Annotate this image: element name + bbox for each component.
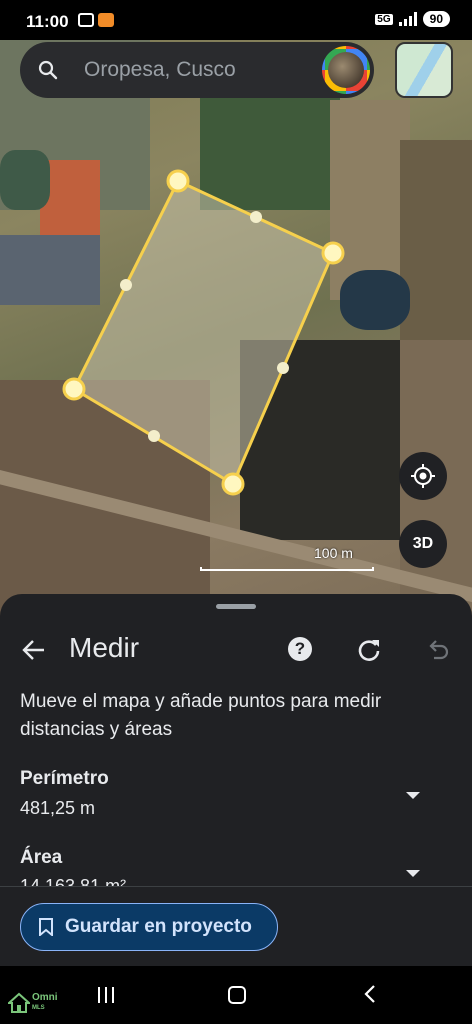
- refresh-icon[interactable]: [356, 637, 382, 663]
- nav-back-icon[interactable]: [362, 984, 378, 1004]
- save-bar: Guardar en proyecto: [0, 886, 472, 967]
- search-icon: [38, 60, 58, 80]
- app-notification-icon: [98, 13, 114, 27]
- sheet-drag-handle[interactable]: [216, 604, 256, 609]
- bookmark-icon: [39, 918, 53, 936]
- watermark: Omni MLS: [8, 992, 58, 1014]
- map-scale: 100 m: [200, 545, 374, 573]
- vertex-handle: [221, 472, 245, 496]
- midpoint-handle: [250, 211, 262, 223]
- map-layers-button[interactable]: [395, 42, 453, 98]
- network-badge: 5G: [375, 13, 393, 25]
- midpoint-handle: [277, 362, 289, 374]
- midpoint-handle: [120, 279, 132, 291]
- watermark-brand-text: Omni: [32, 992, 58, 1003]
- screenshot-icon: [78, 13, 94, 27]
- home-icon[interactable]: [228, 986, 246, 1004]
- watermark-brand: Omni MLS: [32, 993, 58, 1013]
- undo-icon[interactable]: [426, 637, 450, 661]
- search-input[interactable]: Oropesa, Cusco: [84, 58, 236, 82]
- area-expand-icon[interactable]: [406, 870, 420, 877]
- avatar[interactable]: [322, 46, 370, 94]
- perimeter-label: Perímetro: [20, 768, 109, 789]
- avatar-image: [328, 52, 364, 88]
- help-icon[interactable]: ?: [288, 637, 312, 661]
- battery-badge: 90: [422, 11, 450, 27]
- status-time: 11:00: [26, 12, 69, 31]
- house-logo-icon: [8, 992, 30, 1013]
- area-label: Área: [20, 847, 63, 868]
- watermark-sub: MLS: [32, 1005, 45, 1011]
- perimeter-value: 481,25 m: [20, 798, 96, 818]
- system-nav-bar: [0, 966, 472, 1024]
- status-right: 5G 90: [375, 11, 450, 27]
- my-location-button[interactable]: [399, 452, 447, 500]
- save-to-project-label: Guardar en proyecto: [65, 916, 252, 937]
- page-title: Medir: [69, 632, 140, 663]
- signal-icon: [398, 12, 417, 26]
- vertex-handle: [321, 241, 345, 265]
- measure-description: Mueve el mapa y añade puntos para medir …: [20, 691, 382, 740]
- my-location-icon: [411, 464, 435, 488]
- status-bar: 11:00 5G 90: [0, 0, 472, 40]
- satellite-map[interactable]: Oropesa, Cusco 3D 100 m: [0, 40, 472, 630]
- midpoint-handle: [148, 430, 160, 442]
- recent-apps-icon[interactable]: [96, 986, 116, 1004]
- vertex-handle: [62, 377, 86, 401]
- 3d-toggle-button[interactable]: 3D: [399, 520, 447, 568]
- search-bar[interactable]: Oropesa, Cusco: [20, 42, 374, 98]
- save-to-project-button[interactable]: Guardar en proyecto: [20, 903, 278, 951]
- back-arrow-icon[interactable]: [20, 636, 48, 664]
- scale-label: 100 m: [314, 545, 353, 561]
- 3d-label: 3D: [412, 535, 434, 552]
- vertex-handle: [166, 169, 190, 193]
- perimeter-expand-icon[interactable]: [406, 792, 420, 799]
- scale-bar: [200, 567, 374, 571]
